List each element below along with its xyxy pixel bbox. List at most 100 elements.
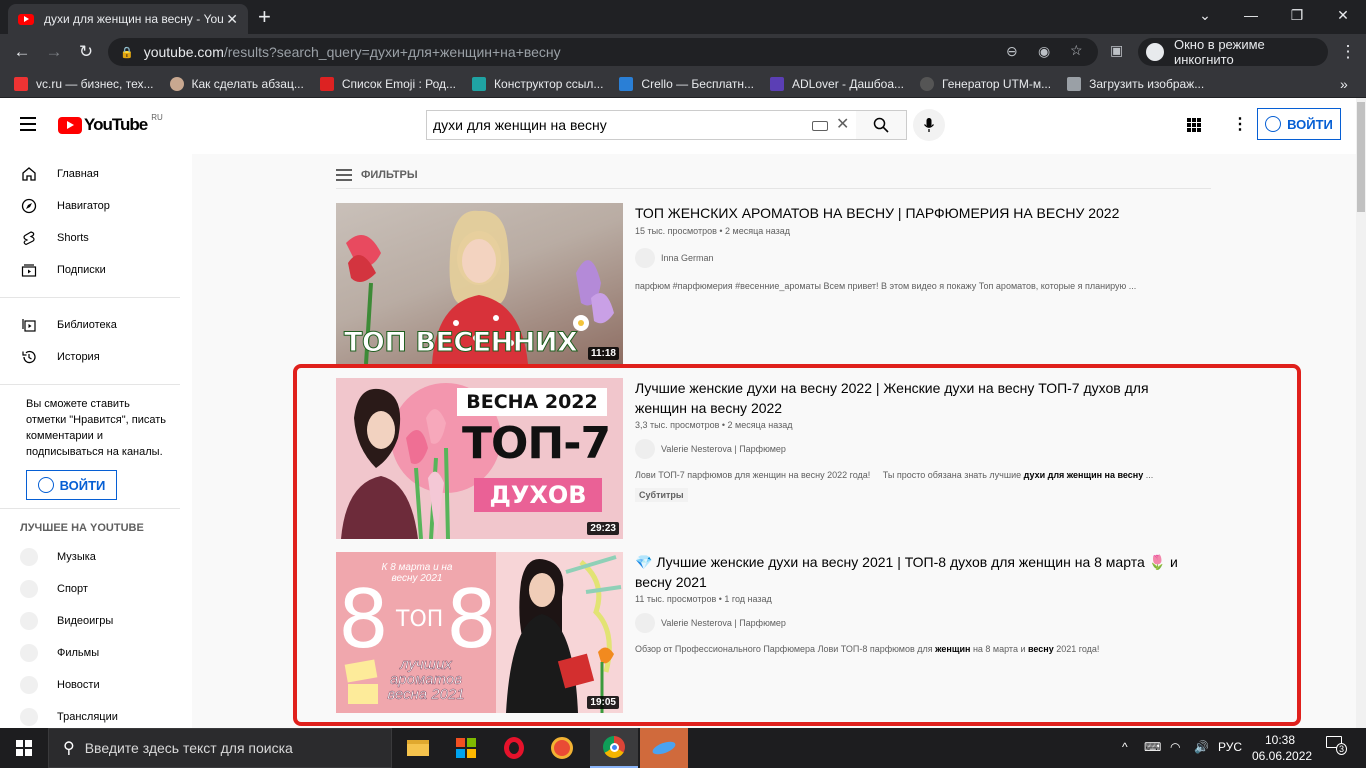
show-hidden-icons-icon[interactable]: ^ bbox=[1122, 740, 1128, 754]
youtube-logo[interactable]: YouTube RU bbox=[58, 113, 163, 135]
settings-more-icon[interactable]: ⋮ bbox=[1232, 114, 1248, 134]
sidebar-item-subscriptions[interactable]: Подписки bbox=[0, 254, 192, 286]
keyboard-icon[interactable] bbox=[812, 121, 828, 131]
sidebar-item-music[interactable]: Музыка bbox=[0, 541, 192, 573]
channel-avatar bbox=[20, 708, 38, 726]
bookmark-favicon-icon bbox=[14, 76, 28, 91]
video-description: парфюм #парфюмерия #весенние_ароматы Все… bbox=[635, 281, 1137, 291]
sidebar-item-sport[interactable]: Спорт bbox=[0, 573, 192, 605]
volume-icon[interactable]: 🔊 bbox=[1194, 740, 1209, 754]
forward-arrow-icon[interactable]: → bbox=[42, 40, 66, 64]
language-keyboard-icon[interactable]: ⌨ bbox=[1144, 740, 1161, 754]
bookmark-item[interactable]: vc.ru — бизнес, тех... bbox=[14, 76, 154, 91]
clear-search-icon[interactable]: ✕ bbox=[836, 114, 849, 134]
chrome-browser-icon[interactable] bbox=[590, 728, 638, 768]
video-title[interactable]: ТОП ЖЕНСКИХ АРОМАТОВ НА ВЕСНУ | ПАРФЮМЕР… bbox=[635, 203, 1195, 223]
incognito-icon bbox=[1146, 43, 1164, 61]
sidebar-signin-button[interactable]: ВОЙТИ bbox=[26, 470, 117, 500]
channel-avatar[interactable] bbox=[635, 248, 655, 268]
lock-icon: 🔒 bbox=[120, 46, 134, 59]
minimize-icon[interactable]: — bbox=[1228, 0, 1274, 30]
pinned-app-icon[interactable] bbox=[640, 728, 688, 768]
sidebar-item-home[interactable]: Главная bbox=[0, 158, 192, 190]
new-tab-icon[interactable]: + bbox=[258, 6, 271, 28]
language-indicator[interactable]: РУС bbox=[1218, 740, 1242, 754]
voice-search-button[interactable] bbox=[913, 109, 945, 141]
back-arrow-icon[interactable]: ← bbox=[10, 40, 34, 64]
shorts-icon bbox=[20, 229, 38, 247]
wifi-icon[interactable]: ◠ bbox=[1170, 740, 1180, 754]
file-explorer-icon[interactable] bbox=[394, 728, 442, 768]
browser-tab[interactable]: духи для женщин на весну - YouTube ✕ bbox=[8, 4, 248, 34]
bookmark-star-icon[interactable]: ☆ bbox=[1070, 42, 1083, 59]
search-input[interactable] bbox=[433, 117, 803, 133]
incognito-indicator[interactable]: Окно в режиме инкогнито bbox=[1138, 37, 1328, 67]
user-avatar-icon bbox=[1265, 116, 1282, 132]
compass-icon bbox=[20, 197, 38, 215]
scrollbar-thumb[interactable] bbox=[1357, 102, 1365, 212]
taskbar-search-box[interactable]: ⚲ Введите здесь текст для поиска bbox=[48, 728, 392, 768]
yandex-browser-icon[interactable] bbox=[538, 728, 586, 768]
video-duration: 11:18 bbox=[587, 347, 619, 360]
bookmark-item[interactable]: Список Emoji : Род... bbox=[319, 76, 456, 91]
incognito-label: Окно в режиме инкогнито bbox=[1173, 37, 1265, 67]
sidebar-item-history[interactable]: История bbox=[0, 341, 192, 373]
sidebar-item-gaming[interactable]: Видеоигры bbox=[0, 605, 192, 637]
opera-browser-icon[interactable] bbox=[490, 728, 538, 768]
search-box bbox=[426, 110, 857, 140]
tab-search-chevron-icon[interactable]: ⌄ bbox=[1182, 0, 1228, 30]
restore-icon[interactable]: ❐ bbox=[1274, 0, 1320, 30]
home-icon bbox=[20, 165, 38, 183]
notifications-icon[interactable]: 3 bbox=[1326, 736, 1348, 756]
filter-sliders-icon bbox=[336, 169, 352, 181]
youtube-favicon-icon bbox=[18, 13, 34, 25]
tab-close-icon[interactable]: ✕ bbox=[226, 11, 238, 28]
best-of-youtube-heading: ЛУЧШЕЕ НА YOUTUBE bbox=[20, 522, 144, 534]
start-button[interactable] bbox=[0, 728, 48, 768]
url-host: youtube.com bbox=[143, 44, 224, 60]
thumbnail-caption: ТОП ВЕСЕННИХ bbox=[343, 327, 578, 359]
library-icon bbox=[20, 316, 38, 334]
search-filters-button[interactable]: ФИЛЬТРЫ bbox=[336, 162, 1211, 189]
bookmark-item[interactable]: Crello — Бесплатн... bbox=[619, 76, 754, 91]
bookmark-favicon-icon bbox=[920, 76, 935, 91]
microsoft-store-icon[interactable] bbox=[442, 728, 490, 768]
taskbar-clock[interactable]: 10:38 06.06.2022 bbox=[1252, 732, 1312, 764]
browser-toolbar: ← → ↻ 🔒 youtube.com /results?search_quer… bbox=[0, 34, 1366, 70]
video-thumbnail[interactable]: ТОП ВЕСЕННИХ 11:18 bbox=[336, 203, 623, 364]
bookmark-item[interactable]: Загрузить изображ... bbox=[1067, 76, 1204, 91]
video-channel[interactable]: Inna German bbox=[635, 248, 1195, 268]
sidebar-item-live[interactable]: Трансляции bbox=[0, 701, 192, 728]
bookmark-item[interactable]: Генератор UTM-м... bbox=[920, 76, 1051, 91]
close-window-icon[interactable]: ✕ bbox=[1320, 0, 1366, 30]
side-panel-icon[interactable]: ▣ bbox=[1110, 42, 1123, 59]
microphone-icon bbox=[923, 118, 935, 132]
guide-menu-icon[interactable] bbox=[20, 117, 36, 131]
sidebar-item-news[interactable]: Новости bbox=[0, 669, 192, 701]
reload-icon[interactable]: ↻ bbox=[74, 40, 98, 64]
search-icon: ⚲ bbox=[63, 740, 75, 757]
bookmark-item[interactable]: ADLover - Дашбоа... bbox=[770, 76, 904, 91]
sidebar-item-shorts[interactable]: Shorts bbox=[0, 222, 192, 254]
zoom-icon[interactable]: ⊖ bbox=[1006, 43, 1018, 60]
search-button[interactable] bbox=[856, 110, 907, 140]
channel-avatar bbox=[20, 676, 38, 694]
browser-menu-icon[interactable]: ⋮ bbox=[1336, 40, 1360, 64]
sidebar-item-library[interactable]: Библиотека bbox=[0, 309, 192, 341]
video-result[interactable]: ТОП ВЕСЕННИХ 11:18 ТОП ЖЕНСКИХ АРОМАТОВ … bbox=[336, 203, 1211, 364]
bookmark-favicon-icon bbox=[619, 76, 634, 91]
address-bar[interactable]: 🔒 youtube.com /results?search_query=духи… bbox=[108, 38, 1098, 66]
apps-grid-icon[interactable] bbox=[1187, 118, 1201, 132]
windows-logo-icon bbox=[16, 740, 32, 756]
eye-off-icon[interactable]: ◉ bbox=[1038, 43, 1050, 60]
header-signin-button[interactable]: ВОЙТИ bbox=[1257, 108, 1341, 140]
bookmarks-overflow-icon[interactable]: » bbox=[1340, 76, 1348, 92]
sidebar-item-explore[interactable]: Навигатор bbox=[0, 190, 192, 222]
bookmark-item[interactable]: Как сделать абзац... bbox=[169, 76, 304, 91]
signin-prompt-text: Вы сможете ставить отметки "Нравится", п… bbox=[26, 398, 166, 458]
channel-avatar bbox=[20, 548, 38, 566]
tab-title: духи для женщин на весну - YouTube bbox=[44, 12, 224, 26]
bookmark-item[interactable]: Конструктор ссыл... bbox=[472, 76, 603, 91]
sidebar-item-movies[interactable]: Фильмы bbox=[0, 637, 192, 669]
page-scrollbar[interactable] bbox=[1356, 98, 1366, 728]
